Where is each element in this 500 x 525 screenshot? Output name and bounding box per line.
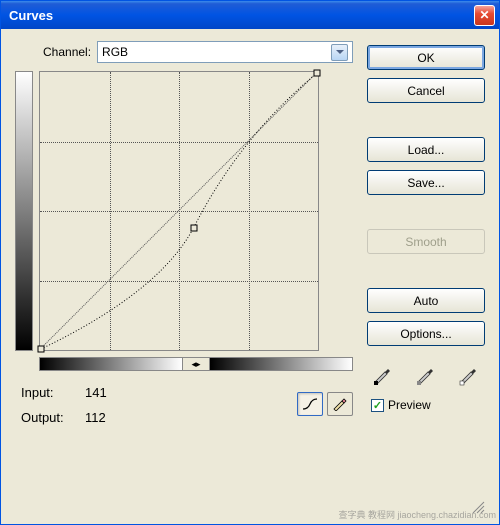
- check-icon: ✓: [373, 399, 382, 412]
- preview-label: Preview: [388, 398, 431, 412]
- curve-icon: [302, 397, 318, 411]
- gradient-swap-button[interactable]: ◂▸: [182, 358, 210, 370]
- curve-tool-button[interactable]: [297, 392, 323, 416]
- eyedropper-black-icon[interactable]: [369, 362, 397, 386]
- options-button[interactable]: Options...: [367, 321, 485, 346]
- curve-point-mid[interactable]: [191, 225, 198, 232]
- preview-checkbox[interactable]: ✓: [371, 399, 384, 412]
- close-button[interactable]: ✕: [474, 5, 495, 26]
- curve-point-shadow[interactable]: [38, 346, 45, 353]
- chevron-down-icon: [336, 50, 344, 54]
- channel-select[interactable]: RGB: [97, 41, 353, 63]
- eyedropper-gray-icon[interactable]: [412, 362, 440, 386]
- channel-select-value: RGB: [102, 45, 331, 59]
- pencil-icon: [332, 397, 348, 411]
- curves-dialog: Curves ✕ Channel: RGB: [0, 0, 500, 525]
- input-label: Input:: [21, 385, 77, 400]
- curve-point-highlight[interactable]: [314, 70, 321, 77]
- watermark-text: 查字典 教程网 jiaocheng.chazidian.com: [338, 508, 496, 521]
- output-label: Output:: [21, 410, 77, 425]
- channel-label: Channel:: [43, 45, 91, 59]
- titlebar[interactable]: Curves ✕: [1, 1, 499, 29]
- vertical-gradient: [15, 71, 33, 351]
- load-button[interactable]: Load...: [367, 137, 485, 162]
- curves-graph[interactable]: [39, 71, 319, 351]
- ok-button[interactable]: OK: [367, 45, 485, 70]
- eyedropper-white-icon[interactable]: [455, 362, 483, 386]
- smooth-button: Smooth: [367, 229, 485, 254]
- output-value: 112: [85, 410, 106, 425]
- cancel-button[interactable]: Cancel: [367, 78, 485, 103]
- horizontal-gradient[interactable]: ◂▸: [39, 357, 353, 371]
- dropdown-button[interactable]: [331, 44, 348, 61]
- pencil-tool-button[interactable]: [327, 392, 353, 416]
- window-title: Curves: [9, 8, 474, 23]
- close-icon: ✕: [479, 8, 489, 22]
- auto-button[interactable]: Auto: [367, 288, 485, 313]
- input-value: 141: [85, 385, 107, 400]
- save-button[interactable]: Save...: [367, 170, 485, 195]
- curve-line: [40, 72, 318, 350]
